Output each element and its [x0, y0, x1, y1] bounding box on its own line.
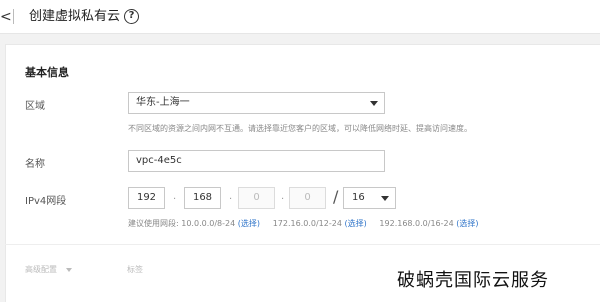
section-divider — [5, 244, 600, 245]
ipv4-octet-1-input[interactable]: 192 — [128, 187, 165, 209]
name-label: 名称 — [25, 159, 45, 170]
ipv4-octet-4-input: 0 — [289, 187, 326, 209]
region-hint: 不同区域的资源之间内网不互通。请选择靠近您客户的区域，可以降低网络时延、提高访问… — [128, 124, 472, 133]
chevron-down-icon — [381, 196, 389, 201]
top-bar: < 创建虚拟私有云 ? — [0, 0, 600, 34]
suggest-prefix: 建议使用网段: — [128, 219, 179, 228]
select-cidr-2-link[interactable]: (选择) — [344, 219, 366, 228]
select-cidr-1-link[interactable]: (选择) — [238, 219, 260, 228]
name-input-value: vpc-4e5c — [136, 155, 182, 166]
form-card — [5, 44, 600, 302]
watermark-text: 破蜗壳国际云服务 — [397, 270, 549, 291]
page-title: 创建虚拟私有云 — [29, 9, 121, 24]
subnet-mask-select[interactable]: 16 — [343, 187, 396, 209]
advanced-config-toggle[interactable]: 高级配置 — [25, 264, 72, 275]
subnet-mask-value: 16 — [352, 192, 365, 203]
region-select[interactable]: 华东-上海一 — [128, 92, 385, 114]
topbar-divider — [13, 9, 14, 24]
ipv4-dot-separator: . — [281, 191, 285, 202]
name-input[interactable]: vpc-4e5c — [128, 150, 385, 172]
region-select-value: 华东-上海一 — [136, 97, 190, 108]
help-icon[interactable]: ? — [124, 9, 139, 24]
tag-label: 标签 — [127, 265, 143, 274]
section-title-basic-info: 基本信息 — [25, 66, 69, 79]
suggest-cidr-2: 172.16.0.0/12-24 — [272, 219, 342, 228]
back-arrow-icon[interactable]: < — [0, 9, 12, 25]
ipv4-slash: / — [333, 187, 339, 206]
select-cidr-3-link[interactable]: (选择) — [456, 219, 478, 228]
chevron-down-icon — [370, 101, 378, 106]
suggest-cidr-1: 10.0.0.0/8-24 — [181, 219, 236, 228]
suggest-cidr-3: 192.168.0.0/16-24 — [379, 219, 454, 228]
ipv4-cidr-label: IPv4网段 — [25, 196, 67, 207]
ipv4-dot-separator: . — [229, 191, 233, 202]
ipv4-octet-2-input[interactable]: 168 — [184, 187, 221, 209]
ipv4-dot-separator: . — [173, 191, 177, 202]
advanced-config-label: 高级配置 — [25, 265, 57, 274]
region-label: 区域 — [25, 101, 45, 112]
chevron-down-icon — [65, 267, 72, 272]
suggested-cidr-hint: 建议使用网段: 10.0.0.0/8-24 (选择) 172.16.0.0/12… — [128, 218, 479, 229]
ipv4-octet-3-input: 0 — [238, 187, 275, 209]
